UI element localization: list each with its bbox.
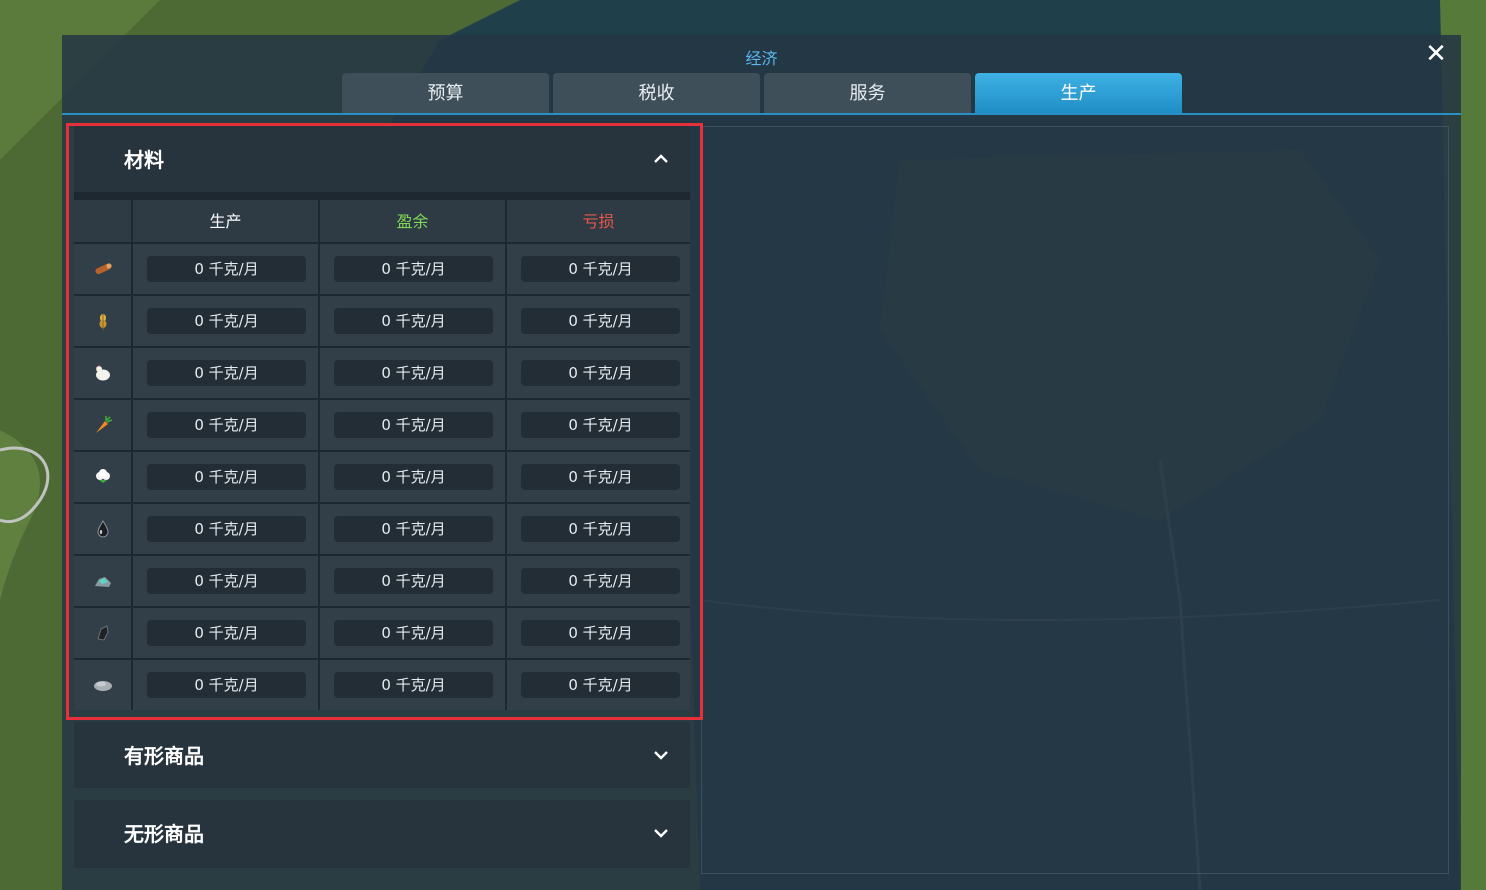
tab-underline <box>62 113 1461 115</box>
tangible-goods-header[interactable]: 有形商品 <box>74 722 690 788</box>
close-button[interactable]: ✕ <box>1423 41 1449 67</box>
intangible-goods-title: 无形商品 <box>124 822 204 846</box>
highlight-box <box>66 123 703 720</box>
chevron-down-icon[interactable] <box>652 824 670 842</box>
tab-production[interactable]: 生产 <box>975 73 1182 113</box>
tab-taxes[interactable]: 税收 <box>553 73 760 113</box>
tangible-goods-section: 有形商品 <box>74 722 690 788</box>
chevron-down-icon[interactable] <box>652 746 670 764</box>
tab-budget[interactable]: 预算 <box>342 73 549 113</box>
detail-area <box>701 126 1449 874</box>
intangible-goods-section: 无形商品 <box>74 800 690 868</box>
panel-title: 经济 <box>745 49 778 68</box>
tangible-goods-title: 有形商品 <box>124 744 204 768</box>
intangible-goods-header[interactable]: 无形商品 <box>74 800 690 866</box>
tab-services[interactable]: 服务 <box>764 73 971 113</box>
